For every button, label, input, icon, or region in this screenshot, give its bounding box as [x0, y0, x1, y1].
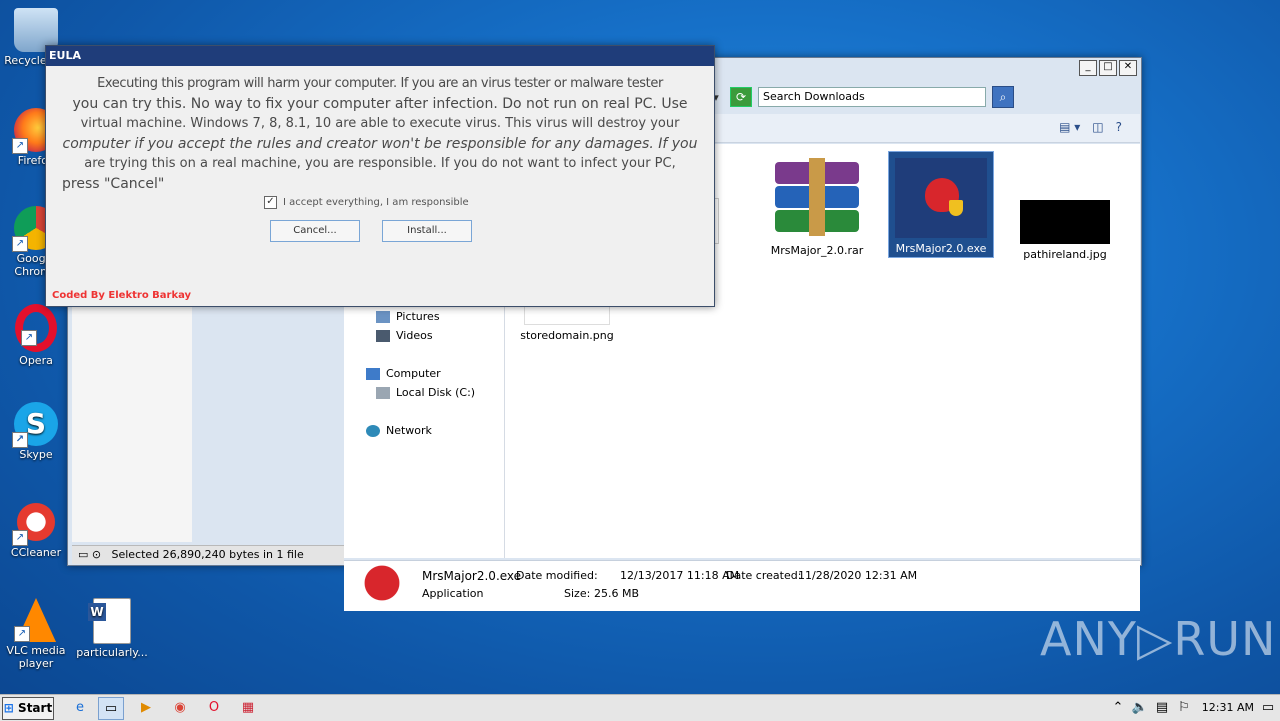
action-center-icon[interactable]: ⚐: [1172, 697, 1196, 718]
dialog-title: EULA: [46, 46, 714, 66]
desktop-icon-label: Opera: [19, 354, 53, 367]
nav-item-label: Computer: [386, 367, 441, 380]
desktop-icon-word-doc[interactable]: W particularly...: [76, 598, 148, 659]
maximize-button[interactable]: □: [1099, 60, 1117, 76]
status-text: Selected 26,890,240 bytes in 1 file: [111, 548, 304, 561]
volume-icon[interactable]: 🔈: [1128, 697, 1152, 718]
explorer-taskbar-icon[interactable]: ▭: [98, 697, 124, 720]
file-name: MrsMajor_2.0.rar: [770, 244, 864, 257]
show-desktop-icon[interactable]: ▭: [1256, 697, 1280, 718]
details-date-modified-label: Date modified:: [516, 569, 598, 582]
file-item[interactable]: MrsMajor_2.0.rar: [765, 158, 869, 257]
jpg-thumbnail-icon: [1020, 200, 1110, 244]
file-name: storedomain.png: [520, 329, 614, 342]
details-date-modified: 12/13/2017 11:18 AM: [620, 569, 740, 582]
details-date-created-label: Date created:: [726, 569, 802, 582]
vlc-icon: ↗: [14, 598, 56, 642]
status-bar: ▭ ⊙ Selected 26,890,240 bytes in 1 file: [72, 545, 344, 564]
opera-taskbar-icon[interactable]: O: [202, 697, 226, 718]
show-hidden-icons[interactable]: ⌃: [1106, 697, 1130, 718]
nav-item-computer[interactable]: Computer: [366, 367, 441, 380]
details-size: 25.6 MB: [594, 587, 640, 600]
details-pane: MrsMajor2.0.exe Application Date modifie…: [344, 560, 1140, 611]
accept-checkbox[interactable]: ✓ I accept everything, I am responsible: [264, 196, 469, 209]
ie-icon[interactable]: e: [68, 697, 92, 718]
cancel-button[interactable]: Cancel...: [270, 220, 360, 242]
eula-line: press "Cancel": [62, 176, 165, 192]
desktop-icon-label: Skype: [19, 448, 53, 461]
file-item[interactable]: pathireland.jpg: [1013, 200, 1117, 261]
app-taskbar-icon[interactable]: ▦: [236, 697, 260, 718]
file-item-selected[interactable]: MrsMajor2.0.exe: [888, 151, 994, 258]
status-drive-icon: ▭ ⊙: [78, 548, 102, 561]
pictures-folder-icon: [376, 310, 390, 323]
exe-ram-icon: [895, 158, 987, 238]
search-input[interactable]: Search Downloads: [758, 87, 986, 107]
eula-line: Executing this program will harm your co…: [97, 76, 663, 91]
checkbox-label: I accept everything, I am responsible: [283, 197, 469, 208]
details-file-name: MrsMajor2.0.exe: [422, 569, 522, 583]
clock[interactable]: 12:31 AM: [1202, 695, 1254, 721]
minimize-button[interactable]: _: [1079, 60, 1097, 76]
disk-icon: [376, 386, 390, 399]
exe-ram-icon: [364, 565, 404, 605]
eula-line: computer if you accept the rules and cre…: [62, 136, 698, 152]
desktop-icon-vlc[interactable]: ↗ VLC media player: [0, 598, 72, 670]
window-controls: _ □ ✕: [1079, 60, 1137, 76]
nav-item-pictures[interactable]: Pictures: [376, 310, 440, 323]
details-size-label: Size:: [564, 587, 591, 600]
anyrun-watermark: ANY▷RUN: [1040, 612, 1277, 666]
windows-logo-icon: ⊞: [3, 701, 14, 715]
close-button[interactable]: ✕: [1119, 60, 1137, 76]
change-view-icon[interactable]: ▤ ▾: [1059, 120, 1080, 134]
eula-line: virtual machine. Windows 7, 8, 8.1, 10 a…: [80, 116, 680, 131]
nav-item-network[interactable]: Network: [366, 424, 432, 437]
network-icon: [366, 424, 380, 437]
word-document-icon: W: [88, 598, 131, 644]
nav-item-videos[interactable]: Videos: [376, 329, 433, 342]
eula-text: Executing this program will harm your co…: [52, 74, 708, 234]
address-toolbar: ▾ ⟳ Search Downloads ⌕: [708, 86, 1138, 108]
network-tray-icon[interactable]: ▤: [1150, 697, 1174, 718]
eula-line: are trying this on a real machine, you a…: [84, 156, 676, 171]
author-credit: Coded By Elektro Barkay: [52, 290, 192, 301]
refresh-button[interactable]: ⟳: [730, 87, 752, 107]
file-name: pathireland.jpg: [1023, 248, 1107, 261]
start-button[interactable]: ⊞ Start: [2, 697, 54, 720]
desktop-icon-label: VLC media player: [6, 644, 66, 670]
eula-line: you can try this. No way to fix your com…: [72, 96, 688, 112]
chrome-taskbar-icon[interactable]: ◉: [168, 697, 192, 718]
nav-item-label: Network: [386, 424, 432, 437]
opera-icon: ↗: [15, 304, 57, 352]
details-file-type: Application: [422, 587, 484, 600]
computer-icon: [366, 367, 380, 380]
winrar-archive-icon: [771, 158, 863, 240]
help-icon[interactable]: ?: [1116, 120, 1122, 134]
taskbar: ⊞ Start e ▭ ▶ ◉ O ▦ ⌃ 🔈 ▤ ⚐ 12:31 AM ▭: [0, 694, 1280, 721]
checkbox-checked-icon: ✓: [264, 196, 277, 209]
nav-item-local-disk[interactable]: Local Disk (C:): [376, 386, 475, 399]
desktop-icon-opera[interactable]: ↗ Opera: [0, 304, 72, 367]
install-button[interactable]: Install...: [382, 220, 472, 242]
desktop-icon-skype[interactable]: S ↗ Skype: [0, 402, 72, 461]
videos-folder-icon: [376, 329, 390, 342]
search-icon[interactable]: ⌕: [992, 86, 1014, 108]
skype-icon: S ↗: [12, 402, 58, 448]
desktop-icon-label: particularly...: [76, 646, 148, 659]
start-label: Start: [18, 701, 53, 715]
ccleaner-icon: ↗: [12, 500, 58, 546]
file-name: MrsMajor2.0.exe: [895, 242, 987, 255]
nav-item-label: Pictures: [396, 310, 440, 323]
preview-pane-icon[interactable]: ◫: [1092, 120, 1103, 134]
nav-item-label: Local Disk (C:): [396, 386, 476, 399]
nav-item-label: Videos: [396, 329, 433, 342]
desktop-icon-ccleaner[interactable]: ↗ CCleaner: [0, 500, 72, 559]
media-player-icon[interactable]: ▶: [134, 697, 158, 718]
details-date-created: 11/28/2020 12:31 AM: [798, 569, 918, 582]
eula-dialog[interactable]: EULA Executing this program will harm yo…: [45, 45, 715, 307]
desktop-icon-label: CCleaner: [10, 546, 62, 559]
